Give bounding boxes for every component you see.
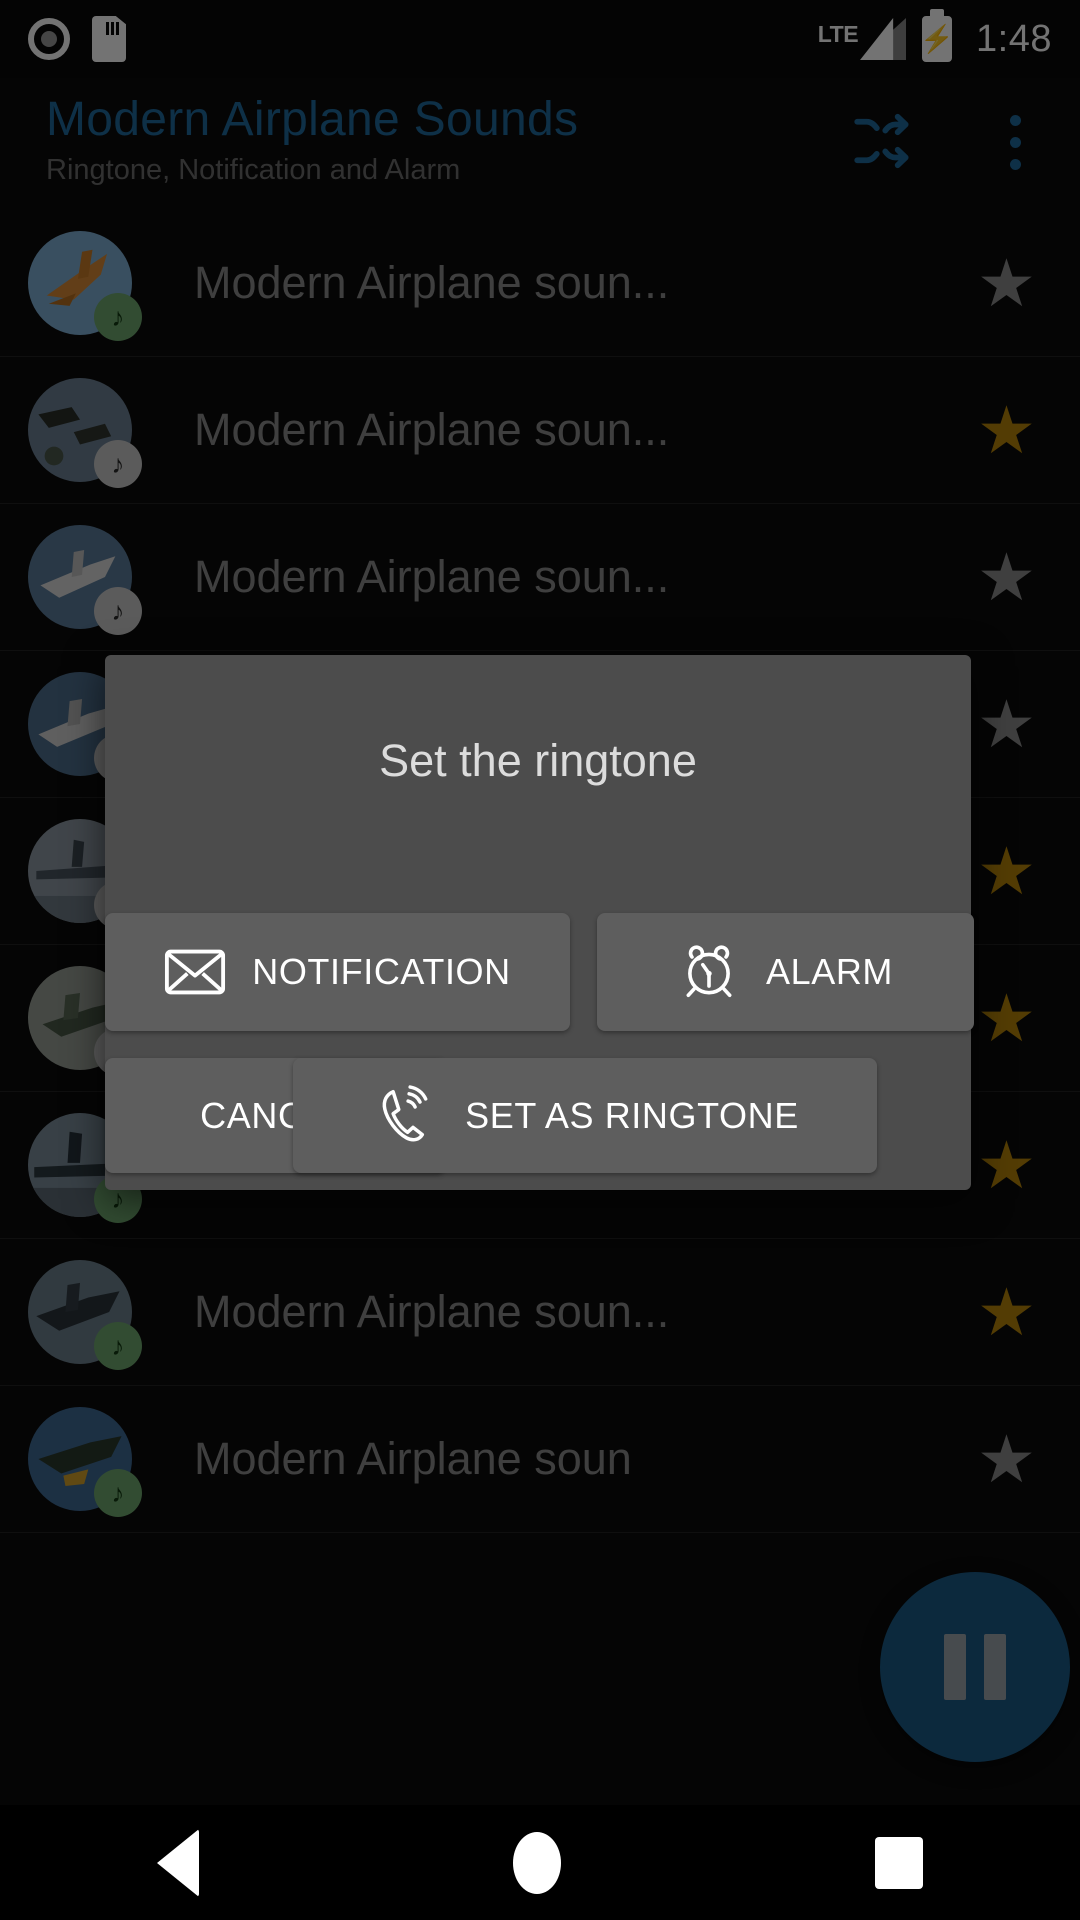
envelope-icon [164, 949, 226, 995]
alarm-button[interactable]: ALARM [597, 913, 974, 1031]
home-circle-icon[interactable] [513, 1831, 561, 1894]
back-triangle-icon[interactable] [157, 1828, 199, 1897]
recents-square-icon[interactable] [875, 1836, 923, 1889]
set-as-ringtone-button[interactable]: SET AS RINGTONE [293, 1058, 877, 1173]
set-ringtone-dialog: Set the ringtone NOTIFICATION ALARM CANC… [105, 655, 974, 1190]
notification-button[interactable]: NOTIFICATION [105, 913, 570, 1031]
alarm-clock-icon [678, 941, 740, 1003]
ringing-phone-icon [371, 1084, 439, 1147]
system-navigation-bar [0, 1805, 1080, 1920]
alarm-button-label: ALARM [765, 951, 894, 992]
notification-button-label: NOTIFICATION [252, 951, 511, 992]
set-as-ringtone-button-label: SET AS RINGTONE [465, 1094, 799, 1136]
app-screen: LTE ⚡ 1:48 Modern Airplane Sounds Ringto… [0, 0, 1080, 1920]
dialog-title: Set the ringtone [379, 735, 697, 786]
